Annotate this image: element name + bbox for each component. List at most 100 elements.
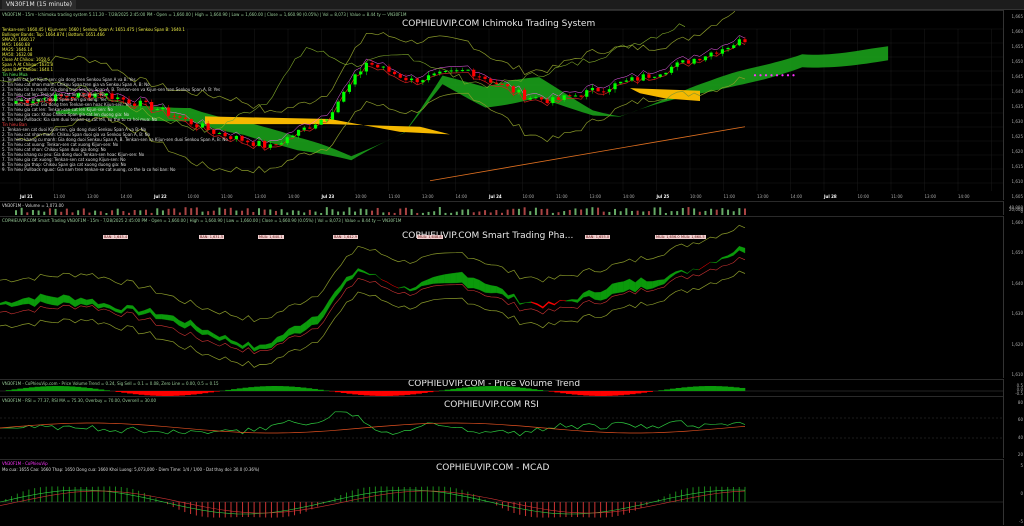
volume-bar xyxy=(173,208,175,215)
axis-tick-label: -5 xyxy=(1019,519,1023,524)
signal-tag[interactable]: MUA: 1,656.0 xyxy=(655,235,681,239)
candle-body xyxy=(303,128,306,130)
x-tick-label: 14:00 xyxy=(121,194,133,199)
trend-ribbon-segment xyxy=(537,303,543,308)
trend-ribbon-segment xyxy=(52,297,58,306)
volume-bar xyxy=(117,209,119,215)
trend-ribbon-segment xyxy=(167,315,173,321)
macd-title: COPHIEUVIP.COM - MCAD xyxy=(436,463,549,473)
volume-bar xyxy=(478,211,480,215)
rsi-axis[interactable]: 80604020 xyxy=(1003,396,1024,458)
chart-tab[interactable]: VN30F1M (15 minute) xyxy=(2,0,76,9)
trend-ribbon-segment xyxy=(520,303,526,305)
trend-ribbon-segment xyxy=(491,285,497,293)
volume-bar xyxy=(654,207,656,215)
trend-ribbon-segment xyxy=(468,278,474,288)
candle-body xyxy=(359,71,362,74)
volume-bar xyxy=(241,211,243,215)
volume-bar xyxy=(699,212,701,215)
trend-ribbon-segment xyxy=(404,286,410,291)
macd-pane[interactable]: VN30F1M - CoPhieuVip Mo cua: 1655 Cao: 1… xyxy=(0,459,1004,526)
pvt-axis[interactable]: 0.50.0-0.5 xyxy=(1003,379,1024,397)
candle-body xyxy=(608,89,611,92)
signal-tag[interactable]: MUA: 1,640.1 xyxy=(258,235,284,239)
candle-body xyxy=(613,83,616,89)
volume-bar xyxy=(501,213,503,215)
rsi-pane[interactable]: VN30F1M - RSI = 77.37, RSI MA = 75.30, O… xyxy=(0,396,1004,459)
candle-body xyxy=(337,102,340,113)
candle-body xyxy=(596,88,599,91)
x-tick-label: 11:00 xyxy=(54,194,66,199)
volume-bar xyxy=(676,211,678,215)
candle-body xyxy=(348,84,351,91)
candle-body xyxy=(444,71,447,72)
candle-body xyxy=(252,142,255,146)
signal-tag[interactable]: BAN: 1,655.0 xyxy=(585,235,610,239)
trend-ribbon-segment xyxy=(341,277,347,291)
trend-ribbon-segment xyxy=(601,289,607,300)
volume-bar xyxy=(433,211,435,215)
trend-ribbon-segment xyxy=(139,310,145,315)
trend-ribbon-segment xyxy=(583,290,589,297)
volume-bar xyxy=(693,208,695,215)
volume-bar xyxy=(529,211,531,215)
candle-body xyxy=(647,74,650,77)
candle-body xyxy=(410,79,413,81)
candle-body xyxy=(546,99,549,103)
x-tick-label: Jul 23 xyxy=(322,194,335,199)
trend-ribbon-segment xyxy=(410,287,416,291)
candle-body xyxy=(715,53,718,54)
volume-bar xyxy=(337,212,339,215)
volume-bar xyxy=(405,208,407,215)
macd-axis[interactable]: 50-5 xyxy=(1003,459,1024,525)
trend-ribbon-segment xyxy=(450,273,456,283)
candle-body xyxy=(353,74,356,84)
candle-body xyxy=(286,137,289,143)
volume-bar xyxy=(574,208,576,215)
signal-tag[interactable]: MUA: 1,660.5 xyxy=(680,235,706,239)
candle-body xyxy=(534,97,537,98)
axis-tick-label: 1,640 xyxy=(1012,281,1023,286)
volume-bar xyxy=(122,211,124,215)
smart-trading-axis[interactable]: 1,6601,6501,6401,6301,6201,610 xyxy=(1003,216,1024,378)
signal-tag[interactable]: BAN: 1,642.9 xyxy=(333,235,358,239)
signal-tag[interactable]: MUA: 1,648.8 xyxy=(417,235,443,239)
candle-body xyxy=(517,90,520,93)
x-tick-label: Jul 22 xyxy=(154,194,167,199)
volume-bar xyxy=(139,210,141,215)
volume-bar xyxy=(563,211,565,215)
x-tick-label: Jul 24 xyxy=(489,194,502,199)
volume-bar xyxy=(377,208,379,215)
signal-tag[interactable]: BAN: 1,631.5 xyxy=(199,235,224,239)
trend-ribbon-segment xyxy=(375,274,381,279)
trend-ribbon-segment xyxy=(618,281,624,292)
volume-bar xyxy=(428,212,430,215)
x-tick-label: 11:00 xyxy=(389,194,401,199)
trend-ribbon-segment xyxy=(127,305,133,309)
candle-body xyxy=(433,74,436,76)
candle-body xyxy=(557,97,560,100)
signal-tag[interactable]: BAN: 1,645.4 xyxy=(103,235,128,239)
trend-ribbon-segment xyxy=(271,337,277,348)
volume-bar xyxy=(326,207,328,215)
pvt-oscillator-pane[interactable] xyxy=(0,379,1004,397)
candle-body xyxy=(240,136,243,141)
ichimoku-price-axis[interactable]: 1,6651,6601,6551,6501,6451,6401,6351,630… xyxy=(1003,10,1024,200)
volume-pane[interactable]: VN30F1M - Volume = 1,073.00 xyxy=(0,201,1004,216)
volume-bar xyxy=(710,209,712,215)
volume-bar xyxy=(569,210,571,215)
smart-trading-pane[interactable]: COPHIEUVIP.COM Smart Trading VN30F1M - 1… xyxy=(0,216,1004,379)
axis-tick-label: 1,630 xyxy=(1012,311,1023,316)
candle-body xyxy=(670,67,673,73)
trend-ribbon-segment xyxy=(387,282,393,286)
trend-ribbon-segment xyxy=(295,326,301,334)
volume-bar xyxy=(727,210,729,215)
trend-ribbon-segment xyxy=(162,314,168,320)
trend-ribbon-segment xyxy=(283,329,289,341)
ichimoku-pane[interactable]: VN30F1M - 15m - Ichimoku trading system … xyxy=(0,10,1004,201)
trend-ribbon-segment xyxy=(554,300,560,305)
candle-body xyxy=(636,77,639,80)
x-tick-label: 11:00 xyxy=(221,194,233,199)
candle-body xyxy=(399,74,402,78)
volume-axis[interactable]: 40,00020,0000 xyxy=(1003,201,1024,215)
